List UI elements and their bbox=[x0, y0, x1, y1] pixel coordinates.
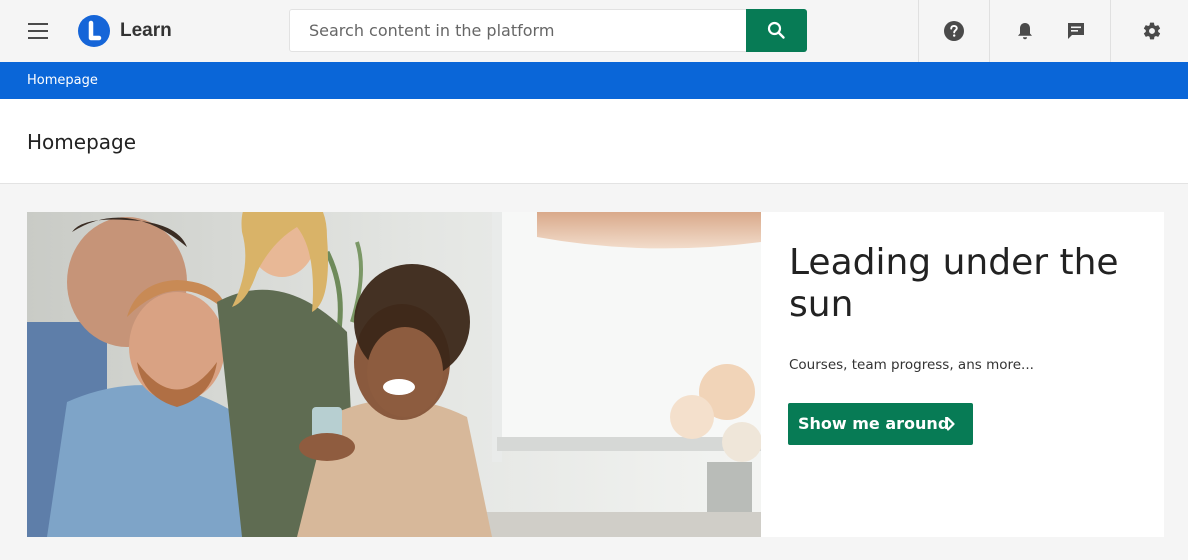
hero-title: Leading under the sun bbox=[789, 242, 1119, 325]
settings-button[interactable] bbox=[1111, 0, 1188, 62]
page-header: Homepage bbox=[0, 99, 1188, 184]
chevron-right-icon bbox=[946, 417, 955, 431]
hero-image bbox=[27, 212, 761, 537]
hero-subtitle: Courses, team progress, ans more... bbox=[789, 357, 1034, 373]
breadcrumb-item-homepage[interactable]: Homepage bbox=[27, 73, 98, 88]
hero-card: Leading under the sun Courses, team prog… bbox=[27, 212, 1164, 537]
page-title: Homepage bbox=[27, 130, 137, 154]
gear-icon bbox=[1143, 22, 1161, 40]
search-input[interactable] bbox=[290, 10, 747, 51]
logo-icon[interactable] bbox=[78, 15, 110, 47]
chat-icon[interactable] bbox=[1066, 21, 1086, 41]
notifications-area bbox=[990, 0, 1110, 62]
app-name[interactable]: Learn bbox=[120, 20, 172, 42]
search-button[interactable] bbox=[746, 9, 807, 52]
show-me-around-button[interactable]: Show me around bbox=[788, 403, 973, 445]
help-icon bbox=[944, 21, 964, 41]
bell-icon[interactable] bbox=[1015, 21, 1035, 41]
breadcrumb: Homepage bbox=[0, 62, 1188, 99]
menu-icon[interactable] bbox=[28, 23, 48, 39]
search-icon bbox=[767, 21, 785, 39]
show-me-around-label: Show me around bbox=[798, 414, 950, 433]
help-button[interactable] bbox=[919, 0, 989, 62]
top-bar: Learn bbox=[0, 0, 1188, 62]
search-bar bbox=[289, 9, 807, 52]
